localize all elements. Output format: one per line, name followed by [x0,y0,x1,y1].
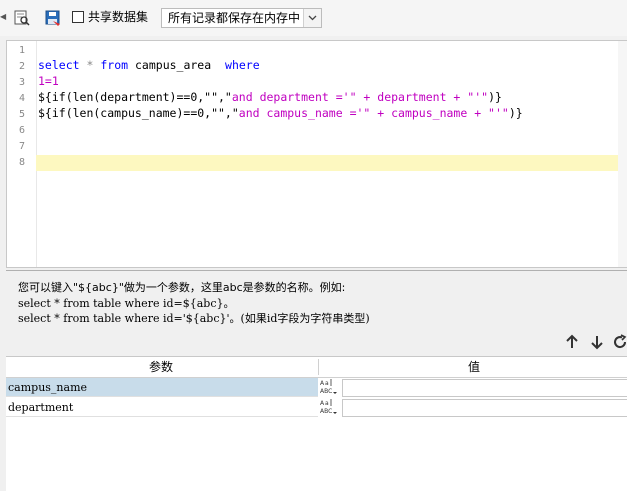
abc-type-icon[interactable]: A a ABC [319,378,341,397]
line-number: 1 [18,45,26,56]
line-number: 2 [18,61,26,72]
table-header: 参数 值 [6,357,627,378]
collapse-handle-icon[interactable]: ◀ [0,6,6,28]
svg-text:a: a [325,380,329,387]
keyword-where: where [225,58,260,72]
code-prefix: ${if(len(department)==0,""," [38,90,232,104]
share-dataset-checkbox[interactable] [72,11,84,23]
save-icon[interactable] [44,9,62,27]
abc-type-icon[interactable]: A a ABC [319,398,341,417]
code-line-5: ${if(len(campus_name)==0,"","and campus_… [38,105,523,121]
line-number: 5 [18,109,26,120]
code-star: * [86,58,94,72]
code-string: and department ='" + department + "'" [231,90,489,104]
line-number: 6 [18,125,26,136]
svg-text:ABC: ABC [320,408,332,415]
parameters-table: 参数 值 campus_name A a ABC department A a … [6,356,627,491]
help-text-line-2: select * from table where id=${abc}。 [18,297,235,310]
svg-text:a: a [325,400,329,407]
column-separator[interactable] [318,359,319,375]
param-value-input[interactable] [342,399,627,417]
line-number: 8 [18,157,26,168]
code-table-name: campus_area [135,58,212,72]
preview-icon[interactable] [13,9,31,27]
param-name-cell[interactable]: department [6,398,318,417]
help-text-line-1: 您可以键入"${abc}"做为一个参数，这里abc是参数的名称。例如: [18,281,346,294]
move-down-icon[interactable] [589,334,605,350]
code-suffix: )} [508,106,523,120]
chevron-down-icon[interactable] [303,9,321,27]
code-prefix: ${if(len(campus_name)==0,""," [38,106,239,120]
column-header-param: 参数 [149,360,174,374]
param-value-input[interactable] [342,379,627,397]
current-line-highlight [36,155,621,171]
code-line-3: 1=1 [38,73,59,89]
param-name-cell[interactable]: campus_name [6,378,318,397]
refresh-icon[interactable] [612,334,627,350]
storage-mode-value: 所有记录都保存在内存中 [168,11,301,25]
help-text-line-3: select * from table where id='${abc}'。(如… [18,312,370,325]
code-condition: 1=1 [38,74,59,88]
sql-editor[interactable]: 1 2 3 4 5 6 7 8 select * from campus_are… [6,40,627,268]
code-string: and campus_name ='" + campus_name + "'" [238,106,509,120]
svg-text:ABC: ABC [320,388,332,395]
column-header-value: 值 [468,360,481,374]
gutter-divider [36,41,37,267]
table-row[interactable]: department A a ABC [6,398,627,418]
line-number-gutter: 1 2 3 4 5 6 7 8 [7,41,35,267]
code-line-2: select * from campus_area where [38,57,260,73]
table-row[interactable]: campus_name A a ABC [6,378,627,398]
line-number: 4 [18,93,26,104]
toolbar: ◀ 共享数据集 所有记录都保存在内存中 [0,0,627,36]
share-dataset-label: 共享数据集 [88,10,149,24]
line-number: 3 [18,77,26,88]
line-number: 7 [18,141,26,152]
code-suffix: )} [488,90,502,104]
storage-mode-select[interactable]: 所有记录都保存在内存中 [161,8,322,28]
vertical-scrollbar[interactable] [618,41,627,267]
keyword-select: select [38,58,80,72]
keyword-from: from [100,58,129,72]
code-line-4: ${if(len(department)==0,"","and departme… [38,89,502,105]
panel-divider[interactable] [6,270,627,271]
move-up-icon[interactable] [564,334,580,350]
